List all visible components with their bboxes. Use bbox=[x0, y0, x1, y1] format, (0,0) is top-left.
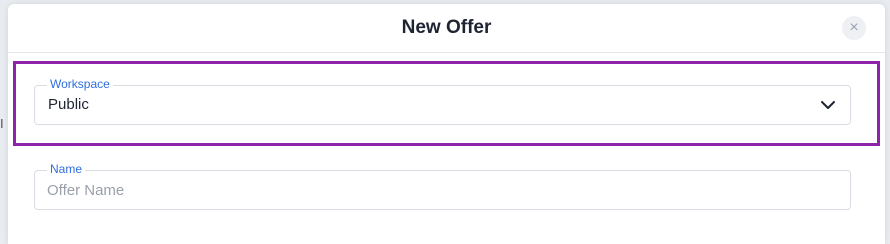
chevron-down-icon bbox=[821, 101, 835, 109]
workspace-selected-value: Public bbox=[48, 96, 89, 113]
modal-title: New Offer bbox=[401, 17, 492, 38]
name-field: Name bbox=[34, 162, 851, 210]
close-icon: × bbox=[849, 19, 859, 36]
workspace-select[interactable]: Workspace Public bbox=[34, 77, 851, 125]
workspace-label: Workspace bbox=[47, 77, 113, 91]
offer-name-input[interactable] bbox=[47, 179, 827, 201]
new-offer-modal: New Offer × Workspace Public Name bbox=[8, 4, 885, 244]
backdrop-text-sliver: I bbox=[0, 116, 4, 131]
modal-header: New Offer × bbox=[8, 4, 885, 53]
name-label: Name bbox=[47, 162, 86, 176]
close-button[interactable]: × bbox=[842, 16, 866, 40]
